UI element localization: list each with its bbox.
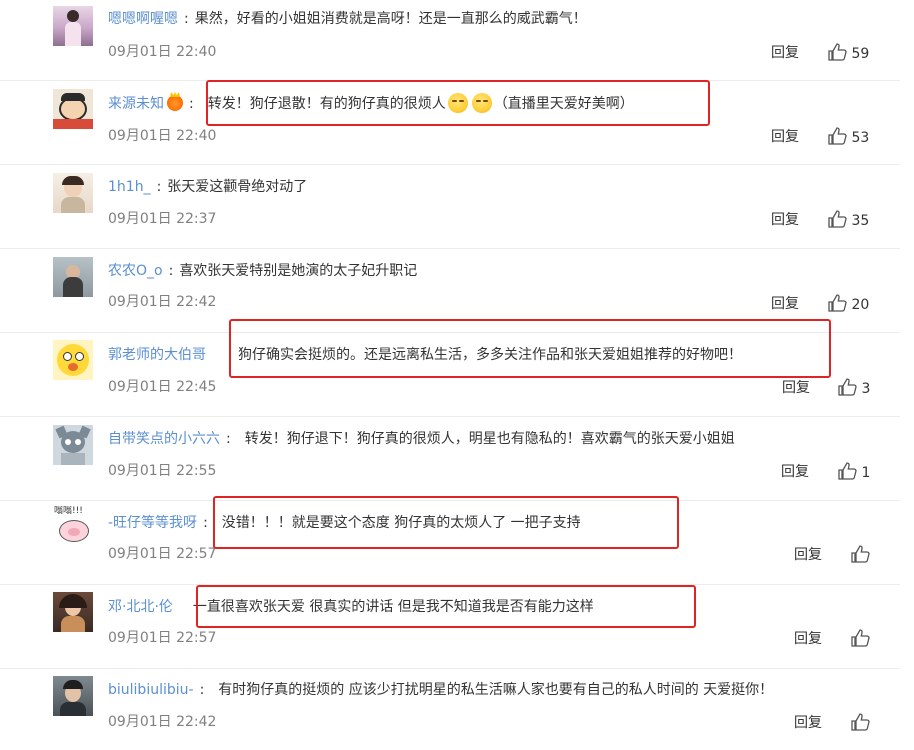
reply-button[interactable]: 回复	[782, 378, 810, 398]
avatar[interactable]	[53, 425, 93, 465]
like-button[interactable]: 59	[828, 43, 869, 63]
thumbs-up-icon	[828, 210, 847, 228]
username-link[interactable]: 郭老师的大伯哥	[108, 347, 206, 363]
like-button[interactable]: 20	[828, 294, 869, 314]
reply-button[interactable]: 回复	[771, 294, 799, 314]
reply-button[interactable]: 回复	[771, 43, 799, 63]
username-link[interactable]: 嗯嗯啊喔嗯	[108, 11, 178, 27]
comment-item: biulibiulibiu-: 有时狗仔真的挺烦的 应该少打扰明星的私生活嘛人家也…	[0, 668, 900, 750]
comment-time: 09月01日 22:55	[108, 463, 217, 479]
highlight-box	[196, 585, 696, 628]
reply-button[interactable]: 回复	[771, 127, 799, 147]
comment-text: 喜欢张天爱特别是她演的太子妃升职记	[179, 263, 418, 279]
thumbs-up-icon	[828, 43, 847, 61]
like-count: 53	[851, 130, 870, 146]
highlight-box	[213, 496, 679, 549]
like-button[interactable]: 3	[838, 378, 870, 398]
like-button[interactable]	[851, 629, 870, 649]
comment-line: biulibiulibiu-: 有时狗仔真的挺烦的 应该少打扰明星的私生活嘛人家也…	[108, 679, 773, 701]
like-button[interactable]	[851, 545, 870, 565]
comment-time: 09月01日 22:57	[108, 546, 217, 562]
reply-button[interactable]: 回复	[794, 629, 822, 649]
comment-time: 09月01日 22:40	[108, 44, 217, 60]
colon-separator: :	[168, 263, 174, 279]
thumbs-up-icon	[838, 378, 857, 396]
comment-text: 张天爱这颧骨绝对动了	[167, 179, 308, 195]
comment-item: 自带笑点的小六六: 转发！狗仔退下！狗仔真的很烦人，明星也有隐私的！喜欢霸气的张天…	[0, 416, 900, 501]
comment-time: 09月01日 22:42	[108, 294, 217, 310]
username-link[interactable]: 来源未知	[108, 96, 164, 112]
comment-text: 转发！狗仔退下！狗仔真的很烦人，明星也有隐私的！喜欢霸气的张天爱小姐姐	[244, 431, 735, 447]
like-button[interactable]: 53	[828, 127, 869, 147]
like-count: 35	[851, 213, 870, 229]
comment-item: 1h1h_: 张天爱这颧骨绝对动了 09月01日 22:37 回复 35	[0, 164, 900, 249]
colon-separator: :	[156, 179, 162, 195]
reply-button[interactable]: 回复	[794, 545, 822, 565]
highlight-box	[206, 80, 710, 126]
comment-line: 自带笑点的小六六: 转发！狗仔退下！狗仔真的很烦人，明星也有隐私的！喜欢霸气的张天…	[108, 428, 735, 450]
colon-separator: :	[199, 682, 205, 698]
comment-item: 嗯嗯啊喔嗯: 果然，好看的小姐姐消费就是高呀！还是一直那么的威武霸气！ 09月01…	[0, 0, 900, 81]
avatar[interactable]	[53, 89, 93, 129]
like-count: 3	[861, 381, 871, 397]
crown-badge-icon	[167, 95, 183, 111]
avatar[interactable]	[53, 592, 93, 632]
comment-time: 09月01日 22:57	[108, 630, 217, 646]
colon-separator: :	[189, 96, 194, 112]
username-link[interactable]: 自带笑点的小六六	[108, 431, 220, 447]
avatar[interactable]	[53, 340, 93, 380]
thumbs-up-icon	[828, 294, 847, 312]
like-count: 20	[851, 297, 870, 313]
username-link[interactable]: 农农O_o	[108, 263, 163, 279]
colon-separator: :	[184, 11, 189, 27]
like-button[interactable]	[851, 713, 870, 733]
comment-time: 09月01日 22:42	[108, 714, 217, 730]
comment-time: 09月01日 22:40	[108, 128, 217, 144]
reply-button[interactable]: 回复	[771, 210, 799, 230]
like-count: 59	[851, 46, 870, 62]
comment-time: 09月01日 22:37	[108, 211, 217, 227]
username-link[interactable]: -旺仔等等我呀	[108, 515, 197, 531]
comment-line: 农农O_o: 喜欢张天爱特别是她演的太子妃升职记	[108, 260, 417, 282]
like-button[interactable]: 35	[828, 210, 869, 230]
comment-text: 果然，好看的小姐姐消费就是高呀！还是一直那么的威武霸气！	[194, 11, 587, 27]
username-link[interactable]: biulibiulibiu-	[108, 682, 194, 698]
colon-separator: :	[226, 431, 231, 447]
comment-time: 09月01日 22:45	[108, 379, 217, 395]
username-link[interactable]: 1h1h_	[108, 179, 151, 195]
comment-text: 有时狗仔真的挺烦的 应该少打扰明星的私生活嘛人家也要有自己的私人时间的 天爱挺你…	[218, 682, 774, 698]
colon-separator: :	[203, 515, 208, 531]
avatar[interactable]: 嗡嗡!!!	[53, 506, 93, 546]
reply-button[interactable]: 回复	[794, 713, 822, 733]
comment-line: 嗯嗯啊喔嗯: 果然，好看的小姐姐消费就是高呀！还是一直那么的威武霸气！	[108, 8, 587, 30]
avatar[interactable]	[53, 257, 93, 297]
thumbs-up-icon	[828, 127, 847, 145]
avatar[interactable]	[53, 173, 93, 213]
reply-button[interactable]: 回复	[781, 462, 809, 482]
username-link[interactable]: 邓·北北·伦	[108, 599, 173, 615]
thumbs-up-icon	[851, 545, 870, 563]
thumbs-up-icon	[851, 713, 870, 731]
thumbs-up-icon	[851, 629, 870, 647]
comment-line: 1h1h_: 张天爱这颧骨绝对动了	[108, 176, 307, 198]
thumbs-up-icon	[838, 462, 857, 480]
highlight-box	[229, 319, 831, 378]
avatar[interactable]	[53, 676, 93, 716]
like-count: 1	[861, 465, 871, 481]
avatar[interactable]	[53, 6, 93, 46]
like-button[interactable]: 1	[838, 462, 870, 482]
